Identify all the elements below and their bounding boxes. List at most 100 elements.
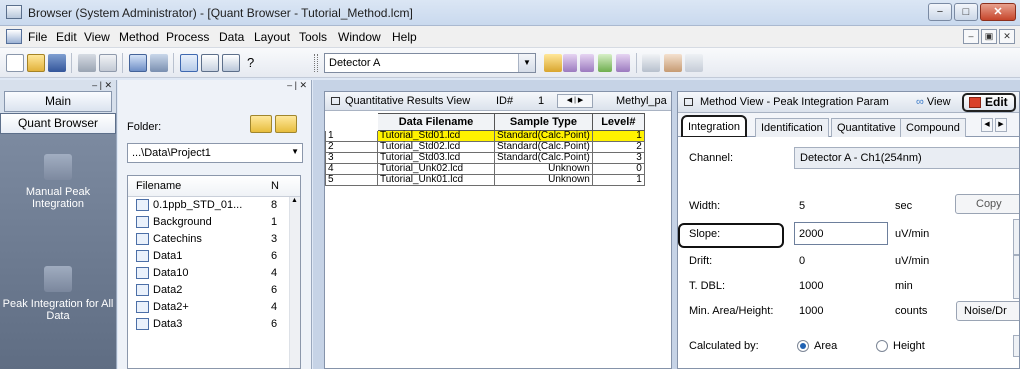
menu-view[interactable]: View bbox=[84, 30, 110, 44]
layout-split-icon[interactable] bbox=[201, 54, 219, 72]
tab-compound[interactable]: Compound bbox=[900, 118, 966, 137]
cell-sample-type[interactable]: Standard(Calc.Point) bbox=[494, 152, 593, 164]
peak-icon[interactable] bbox=[544, 54, 562, 72]
cell-level[interactable]: 1 bbox=[591, 174, 645, 186]
file-row[interactable]: Data2 6 bbox=[128, 282, 300, 299]
help-icon[interactable]: ? bbox=[247, 55, 254, 70]
area-radio[interactable] bbox=[797, 340, 809, 352]
open-folder-icon[interactable] bbox=[27, 54, 45, 72]
cell-filename[interactable]: Tutorial_Std03.lcd bbox=[377, 152, 495, 164]
toolbar-grip[interactable] bbox=[314, 54, 318, 72]
cell-level[interactable]: 0 bbox=[591, 163, 645, 175]
panel-close-icon[interactable]: – | ✕ bbox=[92, 80, 112, 91]
file-row[interactable]: Background 1 bbox=[128, 214, 300, 231]
menu-method[interactable]: Method bbox=[119, 30, 159, 44]
menu-layout[interactable]: Layout bbox=[254, 30, 290, 44]
cell-filename[interactable]: Tutorial_Unk02.lcd bbox=[377, 163, 495, 175]
row-number[interactable]: 2 bbox=[325, 141, 378, 153]
file-row[interactable]: 0.1ppb_STD_01... 8 bbox=[128, 197, 300, 214]
cell-level[interactable]: 2 bbox=[591, 141, 645, 153]
file-row[interactable]: Data10 4 bbox=[128, 265, 300, 282]
cell-sample-type[interactable]: Unknown bbox=[494, 163, 593, 175]
cell-filename[interactable]: Tutorial_Unk01.lcd bbox=[377, 174, 495, 186]
noise-drift-button[interactable]: Noise/Dr bbox=[956, 301, 1019, 321]
form-scrollbar[interactable] bbox=[1013, 255, 1019, 299]
row-number[interactable]: 5 bbox=[325, 174, 378, 186]
folder-path-select[interactable]: ...\Data\Project1 ▼ bbox=[127, 143, 303, 163]
edit-button[interactable]: Edit bbox=[962, 93, 1016, 112]
tab-scroll-right[interactable]: ▶ bbox=[995, 118, 1007, 132]
tab-integration[interactable]: Integration bbox=[681, 115, 747, 138]
file-row[interactable]: Data3 6 bbox=[128, 316, 300, 333]
detector-select[interactable]: Detector A ▼ bbox=[324, 53, 536, 73]
file-list[interactable]: Filename N 0.1ppb_STD_01... 8 Background 1 C… bbox=[127, 175, 301, 369]
mdi-close-button[interactable]: ✕ bbox=[999, 29, 1015, 44]
col-sample-type[interactable]: Sample Type bbox=[494, 113, 593, 131]
cell-filename[interactable]: Tutorial_Std02.lcd bbox=[377, 141, 495, 153]
menu-data[interactable]: Data bbox=[219, 30, 244, 44]
tab-scroll-left[interactable]: ◀ bbox=[981, 118, 993, 132]
print-icon[interactable] bbox=[78, 54, 96, 72]
table-row[interactable]: 2 Tutorial_Std02.lcd Standard(Calc.Point) 2 bbox=[325, 141, 645, 153]
mdi-minimize-button[interactable]: – bbox=[963, 29, 979, 44]
folder-up-icon[interactable] bbox=[250, 115, 272, 133]
table-icon[interactable] bbox=[664, 54, 682, 72]
file-row[interactable]: Data2+ 4 bbox=[128, 299, 300, 316]
menu-process[interactable]: Process bbox=[166, 30, 209, 44]
peak-integration-all-item[interactable]: Peak Integration for All Data bbox=[0, 266, 116, 322]
cell-sample-type[interactable]: Standard(Calc.Point) bbox=[494, 130, 593, 142]
data-explorer-icon[interactable] bbox=[129, 54, 147, 72]
form-scrollbar[interactable] bbox=[1013, 335, 1019, 357]
maximize-button[interactable]: □ bbox=[954, 3, 978, 21]
cell-sample-type[interactable]: Standard(Calc.Point) bbox=[494, 141, 593, 153]
quant-browser-button[interactable]: Quant Browser bbox=[0, 113, 116, 134]
col-data-filename[interactable]: Data Filename bbox=[377, 113, 495, 131]
min-area-value[interactable]: 1000 bbox=[799, 305, 823, 317]
undo-icon[interactable] bbox=[642, 54, 660, 72]
report-icon[interactable] bbox=[685, 54, 703, 72]
row-number[interactable]: 1 bbox=[325, 130, 378, 142]
col-filename[interactable]: Filename bbox=[136, 180, 181, 192]
row-number[interactable]: 3 bbox=[325, 152, 378, 164]
layout-single-icon[interactable] bbox=[180, 54, 198, 72]
new-icon[interactable] bbox=[6, 54, 24, 72]
minimize-button[interactable]: − bbox=[928, 3, 952, 21]
row-number[interactable]: 4 bbox=[325, 163, 378, 175]
cell-filename[interactable]: Tutorial_Std01.lcd bbox=[377, 130, 495, 142]
drift-value[interactable]: 0 bbox=[799, 255, 805, 267]
form-scrollbar[interactable] bbox=[1013, 219, 1019, 255]
cell-level[interactable]: 3 bbox=[591, 152, 645, 164]
flask-add-icon[interactable] bbox=[580, 54, 594, 72]
tab-quantitative[interactable]: Quantitative bbox=[831, 118, 902, 137]
table-row[interactable]: 4 Tutorial_Unk02.lcd Unknown 0 bbox=[325, 163, 645, 175]
table-row[interactable]: 1 Tutorial_Std01.lcd Standard(Calc.Point) 1 bbox=[325, 130, 645, 142]
view-label[interactable]: ∞ View bbox=[916, 96, 951, 108]
menu-help[interactable]: Help bbox=[392, 30, 417, 44]
file-row[interactable]: Data1 6 bbox=[128, 248, 300, 265]
tdbl-value[interactable]: 1000 bbox=[799, 280, 823, 292]
tab-identification[interactable]: Identification bbox=[755, 118, 829, 137]
col-n[interactable]: N bbox=[271, 180, 279, 192]
flask-remove-icon[interactable] bbox=[616, 54, 630, 72]
open-folder-icon[interactable] bbox=[275, 115, 297, 133]
menu-file[interactable]: File bbox=[28, 30, 47, 44]
panel-close-icon[interactable]: – | ✕ bbox=[287, 80, 307, 91]
scroll-up-icon[interactable]: ▲ bbox=[291, 197, 298, 204]
document-icon[interactable] bbox=[6, 29, 22, 44]
print-preview-icon[interactable] bbox=[99, 54, 117, 72]
chart-view-icon[interactable] bbox=[222, 54, 240, 72]
cell-level[interactable]: 1 bbox=[591, 130, 645, 142]
menu-window[interactable]: Window bbox=[338, 30, 381, 44]
width-value[interactable]: 5 bbox=[799, 200, 805, 212]
menu-tools[interactable]: Tools bbox=[299, 30, 327, 44]
copy-button[interactable]: Copy bbox=[955, 194, 1019, 214]
table-row[interactable]: 3 Tutorial_Std03.lcd Standard(Calc.Point) 3 bbox=[325, 152, 645, 164]
mdi-restore-button[interactable]: ▣ bbox=[981, 29, 997, 44]
channel-select[interactable]: Detector A - Ch1(254nm) bbox=[794, 147, 1019, 169]
height-radio[interactable] bbox=[876, 340, 888, 352]
col-level[interactable]: Level# bbox=[591, 113, 645, 131]
flask-check-icon[interactable] bbox=[598, 54, 612, 72]
save-icon[interactable] bbox=[48, 54, 66, 72]
compare-icon[interactable] bbox=[150, 54, 168, 72]
flask-icon[interactable] bbox=[563, 54, 577, 72]
